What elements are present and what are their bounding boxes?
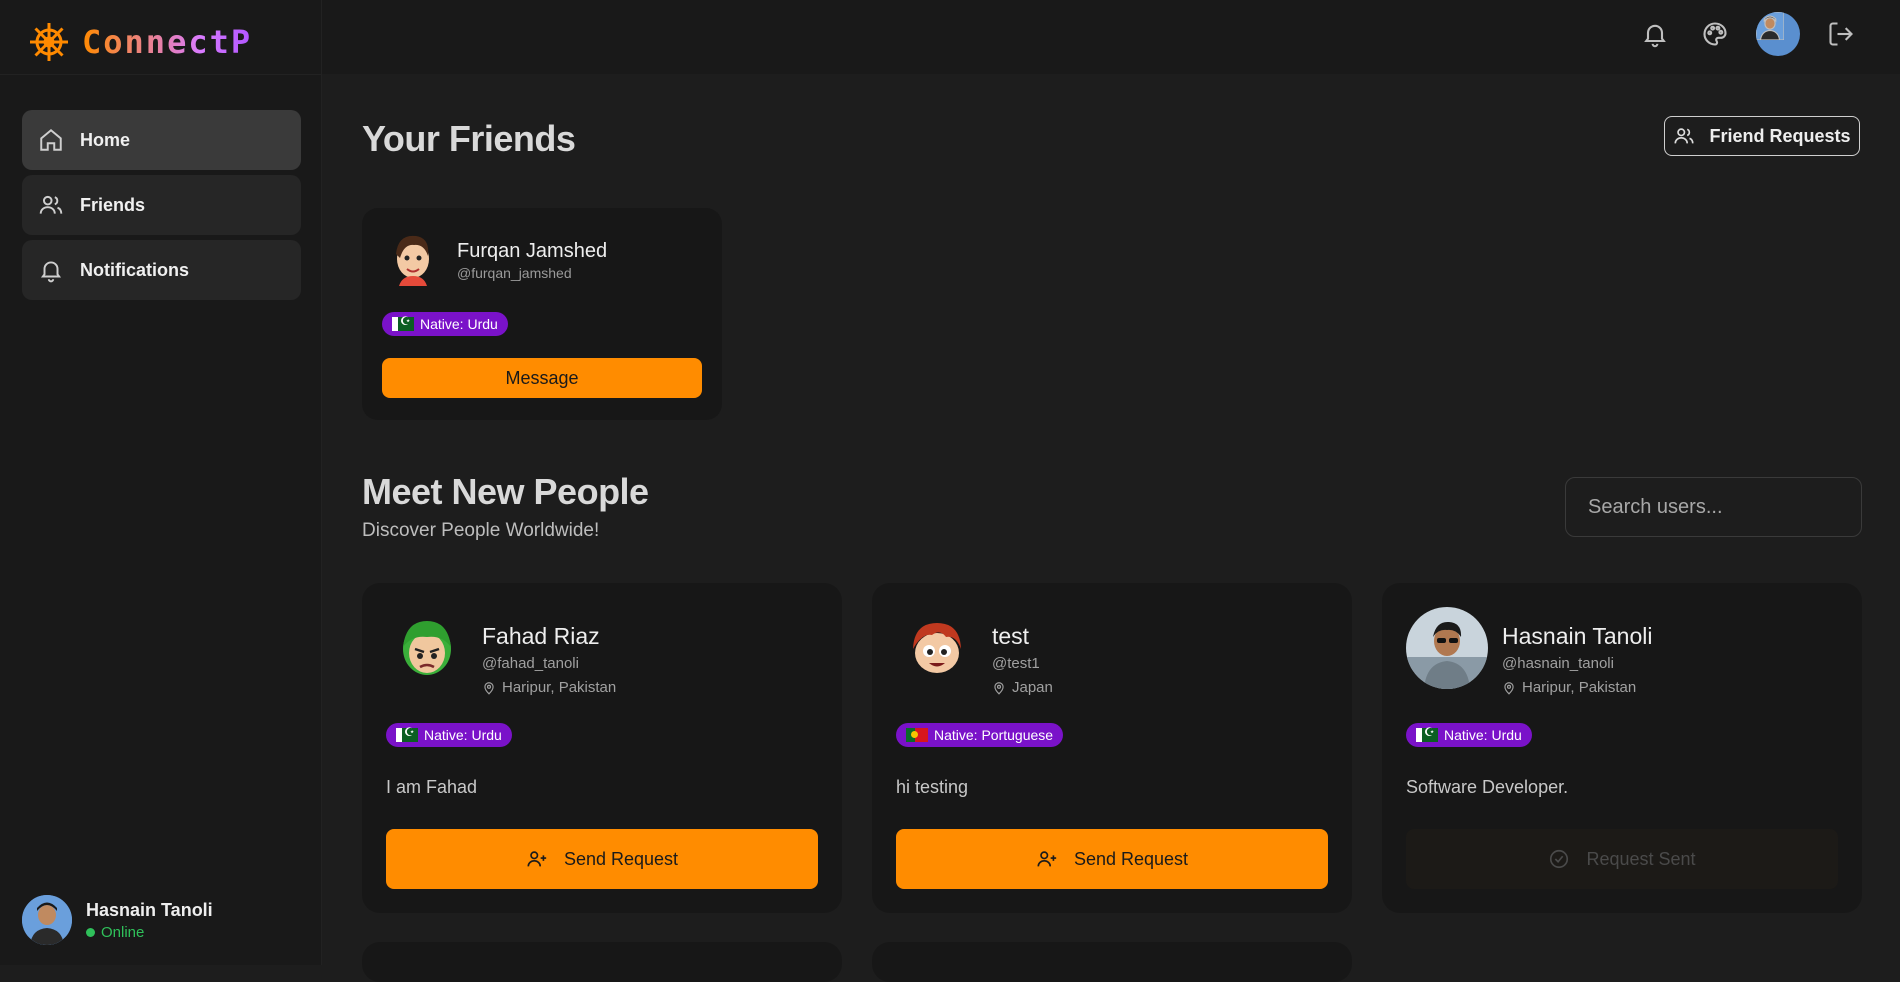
language-badge: Native: Portuguese <box>896 723 1064 747</box>
users-icon <box>39 195 63 214</box>
page-title: Your Friends <box>362 118 576 159</box>
pakistan-flag-icon <box>392 314 414 331</box>
user-name: Fahad Riaz <box>482 623 600 649</box>
location-text: Japan <box>1012 679 1053 696</box>
avatar <box>386 607 468 689</box>
request-sent-label: Request Sent <box>1586 848 1696 869</box>
user-bio: I am Fahad <box>386 777 478 797</box>
logout-icon <box>1829 22 1853 46</box>
user-location: Haripur, Pakistan <box>482 679 616 696</box>
status-indicator: Online <box>86 924 213 941</box>
user-card <box>872 942 1352 982</box>
check-circle-icon <box>1550 849 1569 869</box>
avatar <box>1406 607 1488 689</box>
theme-button[interactable] <box>1696 15 1734 53</box>
notifications-button[interactable] <box>1636 15 1674 53</box>
send-request-label: Send Request <box>1073 848 1189 869</box>
user-bio: hi testing <box>896 777 969 797</box>
request-sent-button: Request Sent <box>1406 829 1838 889</box>
search-input[interactable] <box>1586 494 1855 520</box>
user-name: Hasnain Tanoli <box>1502 623 1653 649</box>
sidebar-item-home[interactable]: Home <box>22 110 301 170</box>
divider <box>0 74 321 75</box>
search-box[interactable] <box>1565 477 1862 537</box>
user-handle: @fahad_tanoli <box>482 655 579 672</box>
bell-icon <box>1644 24 1666 48</box>
users-icon <box>1674 128 1695 144</box>
profile-avatar[interactable] <box>1756 12 1800 56</box>
map-pin-icon <box>994 681 1004 695</box>
friend-card: Furqan Jamshed @furqan_jamshed Native: U… <box>362 208 722 420</box>
home-icon <box>40 128 62 151</box>
user-location: Haripur, Pakistan <box>1502 679 1636 696</box>
avatar <box>896 607 978 689</box>
friend-handle: @furqan_jamshed <box>457 265 572 281</box>
palette-icon <box>1703 22 1727 46</box>
user-bio: Software Developer. <box>1406 777 1569 797</box>
section-subtitle: Discover People Worldwide! <box>362 520 600 541</box>
user-card <box>362 942 842 982</box>
avatar <box>396 235 429 286</box>
language-label: Native: Urdu <box>1444 727 1522 743</box>
language-badge: Native: Urdu <box>1406 723 1532 747</box>
user-card: Fahad Riaz @fahad_tanoli Haripur, Pakist… <box>362 583 842 913</box>
ship-wheel-icon <box>30 23 68 61</box>
online-dot <box>86 927 95 937</box>
send-request-label: Send Request <box>563 848 679 869</box>
current-user-name: Hasnain Tanoli <box>86 899 213 920</box>
pakistan-flag-icon <box>396 725 418 742</box>
location-text: Haripur, Pakistan <box>502 679 617 696</box>
user-name: test <box>992 623 1030 649</box>
send-request-button[interactable]: Send Request <box>896 829 1328 889</box>
pakistan-flag-icon <box>1416 725 1438 742</box>
language-label: Native: Urdu <box>424 727 502 743</box>
user-handle: @test1 <box>992 655 1040 672</box>
friend-requests-label: Friend Requests <box>1709 125 1851 146</box>
message-button[interactable]: Message <box>382 358 702 398</box>
map-pin-icon <box>484 681 494 695</box>
send-request-button[interactable]: Send Request <box>386 829 818 889</box>
section-title: Meet New People <box>362 471 649 512</box>
location-text: Haripur, Pakistan <box>1522 679 1637 696</box>
sidebar-item-label: Home <box>80 129 131 150</box>
sidebar-item-notifications[interactable]: Notifications <box>22 240 301 300</box>
logout-button[interactable] <box>1822 15 1860 53</box>
sidebar-item-label: Friends <box>80 194 146 215</box>
app-name: ConnectP <box>82 23 253 61</box>
map-pin-icon <box>1504 681 1514 695</box>
avatar <box>22 895 72 945</box>
language-label: Native: Portuguese <box>934 727 1054 743</box>
current-user[interactable]: Hasnain Tanoli Online <box>22 895 213 945</box>
language-label: Native: Urdu <box>420 316 498 332</box>
friend-requests-button[interactable]: Friend Requests <box>1664 116 1860 156</box>
language-badge: Native: Urdu <box>382 312 508 336</box>
top-bar <box>322 0 1900 74</box>
language-badge: Native: Urdu <box>386 723 512 747</box>
portugal-flag-icon <box>906 728 928 742</box>
user-location: Japan <box>992 679 1053 696</box>
sidebar: ConnectP Home Friends Notifications Hasn… <box>0 0 322 965</box>
bell-icon <box>40 261 62 283</box>
user-plus-icon <box>527 851 547 867</box>
user-card: Hasnain Tanoli @hasnain_tanoli Haripur, … <box>1382 583 1862 913</box>
status-text: Online <box>101 923 145 941</box>
sidebar-nav: Home Friends Notifications <box>22 110 301 305</box>
user-handle: @hasnain_tanoli <box>1502 655 1614 672</box>
friend-name: Furqan Jamshed <box>457 240 608 262</box>
sidebar-item-label: Notifications <box>80 259 190 280</box>
user-plus-icon <box>1037 851 1057 867</box>
brand[interactable]: ConnectP <box>28 20 252 64</box>
user-card: test @test1 Japan Native: Portuguese hi … <box>872 583 1352 913</box>
sidebar-item-friends[interactable]: Friends <box>22 175 301 235</box>
